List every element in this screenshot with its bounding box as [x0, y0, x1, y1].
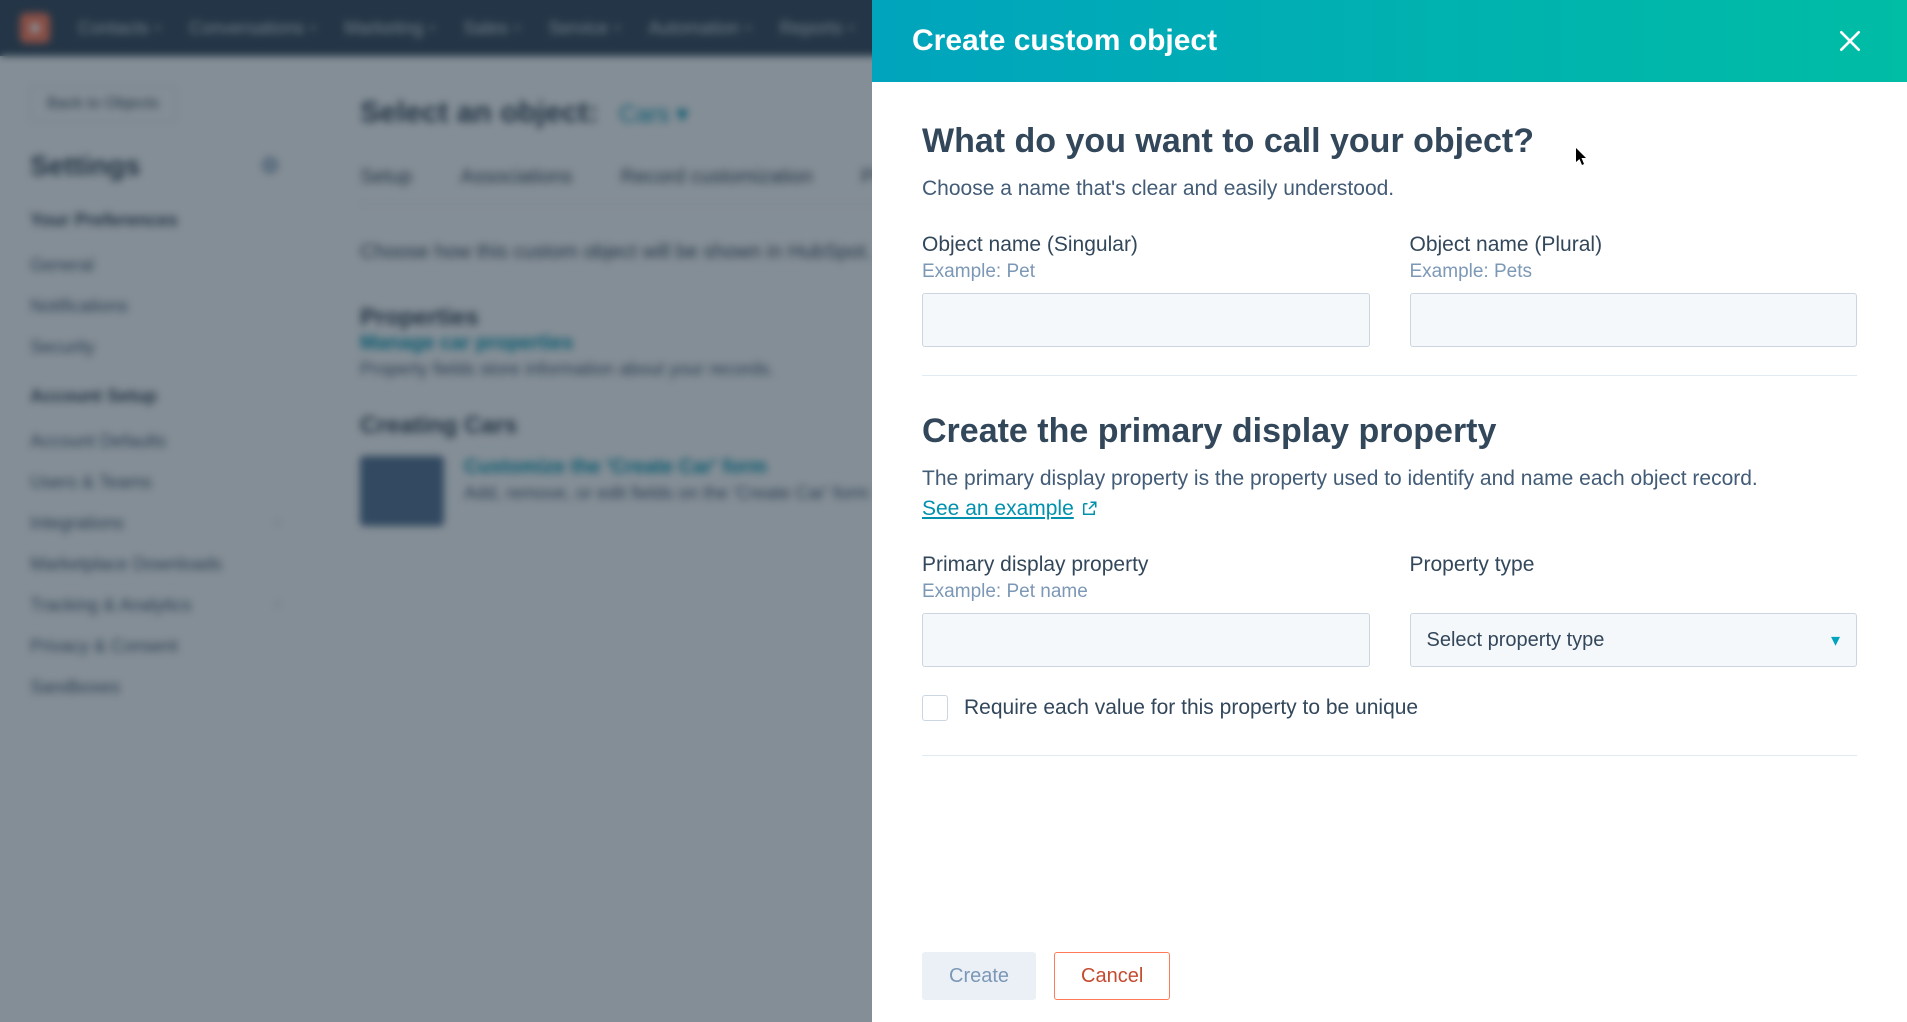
ptype-spacer [1410, 581, 1858, 603]
close-icon [1837, 28, 1863, 54]
unique-checkbox-label: Require each value for this property to … [964, 696, 1418, 720]
question-pdp: Create the primary display property [922, 412, 1857, 451]
divider [922, 755, 1857, 756]
cancel-button[interactable]: Cancel [1054, 952, 1170, 1000]
pdp-input[interactable] [922, 613, 1370, 667]
panel-title: Create custom object [912, 24, 1217, 58]
plural-hint: Example: Pets [1410, 261, 1858, 283]
external-link-icon [1080, 500, 1098, 518]
singular-input[interactable] [922, 293, 1370, 347]
unique-checkbox[interactable] [922, 695, 948, 721]
plural-input[interactable] [1410, 293, 1858, 347]
ptype-select[interactable]: Select property type ▾ [1410, 613, 1858, 667]
see-example-link[interactable]: See an example [922, 497, 1098, 521]
singular-hint: Example: Pet [922, 261, 1370, 283]
pdp-label: Primary display property [922, 553, 1370, 577]
question-pdp-help: The primary display property is the prop… [922, 467, 1857, 491]
panel-header: Create custom object [872, 0, 1907, 82]
create-button[interactable]: Create [922, 952, 1036, 1000]
question-name-help: Choose a name that's clear and easily un… [922, 177, 1857, 201]
ptype-label: Property type [1410, 553, 1858, 577]
question-name: What do you want to call your object? [922, 122, 1857, 161]
pdp-hint: Example: Pet name [922, 581, 1370, 603]
close-button[interactable] [1833, 24, 1867, 58]
singular-label: Object name (Singular) [922, 233, 1370, 257]
create-custom-object-panel: Create custom object What do you want to… [872, 0, 1907, 1022]
panel-body: What do you want to call your object? Ch… [872, 82, 1907, 924]
ptype-placeholder: Select property type [1427, 629, 1605, 652]
plural-label: Object name (Plural) [1410, 233, 1858, 257]
chevron-down-icon: ▾ [1831, 630, 1840, 651]
panel-footer: Create Cancel [872, 924, 1907, 1022]
divider [922, 375, 1857, 376]
